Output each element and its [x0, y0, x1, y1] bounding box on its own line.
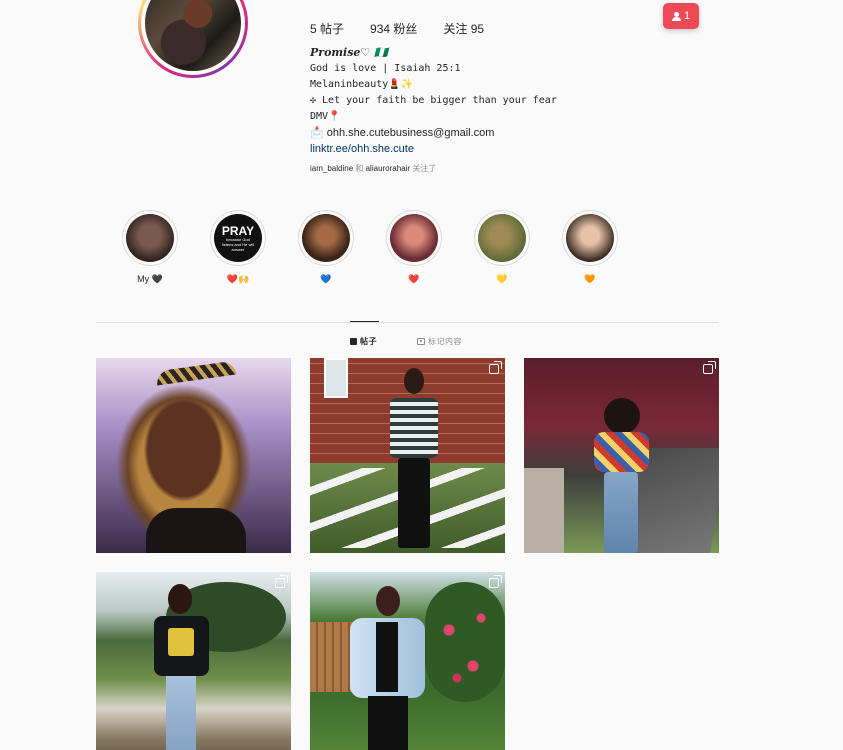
story-highlights: My 🖤 PRAY because God listens and He wil… [122, 210, 618, 286]
post-thumbnail-5[interactable] [310, 572, 505, 750]
bio-line-2: Melaninbeauty💄✨ [310, 79, 414, 90]
carousel-icon [489, 361, 502, 374]
highlight-cover [126, 214, 174, 262]
profile-stats: 5 帖子 934 粉丝 关注 95 [310, 20, 484, 37]
highlight-cover [390, 214, 438, 262]
posts-count: 5 帖子 [310, 22, 345, 36]
post-art [594, 432, 649, 472]
highlight-ring [474, 210, 530, 266]
followed-by-user-1[interactable]: iam_baldine [310, 164, 353, 173]
highlight-ring [298, 210, 354, 266]
profile-avatar[interactable] [138, 0, 248, 78]
post-thumbnail-4[interactable] [96, 572, 291, 750]
bio-link[interactable]: linktr.ee/ohh.she.cute [310, 141, 557, 157]
post-art [594, 398, 649, 553]
post-art [168, 584, 192, 614]
post-art [146, 508, 246, 553]
post-art [324, 358, 348, 398]
post-art [404, 368, 424, 394]
post-art [390, 368, 438, 553]
highlight-cover [478, 214, 526, 262]
post-art [398, 458, 430, 548]
profile-name: 𝑷𝒓𝒐𝒎𝒊𝒔𝒆♡ 🇳🇬 [310, 46, 388, 59]
highlight-3[interactable]: 💙 [298, 210, 354, 286]
following-count[interactable]: 关注 95 [443, 20, 484, 37]
highlight-2[interactable]: PRAY because God listens and He will ans… [210, 210, 266, 286]
highlight-ring: PRAY because God listens and He will ans… [210, 210, 266, 266]
post-art [604, 472, 638, 553]
bio-line-1: God is love | Isaiah 25:1 [310, 63, 461, 74]
post-art [368, 696, 408, 750]
followed-by-joiner: 和 [355, 164, 364, 173]
person-icon [671, 11, 681, 21]
post-art [524, 468, 564, 553]
tagged-icon [417, 338, 425, 345]
highlight-label: 💛 [496, 274, 508, 284]
highlight-4[interactable]: ❤️ [386, 210, 442, 286]
profile-tabs: 帖子 标记内容 [350, 336, 462, 347]
highlight-1[interactable]: My 🖤 [122, 210, 178, 286]
carousel-icon [703, 361, 716, 374]
pray-text: PRAY [221, 223, 255, 238]
followed-by-suffix: 关注了 [412, 164, 437, 173]
highlight-label: ❤️🙌 [226, 274, 250, 284]
followed-by[interactable]: iam_baldine 和 aliaurorahair 关注了 [310, 163, 557, 175]
followers-count[interactable]: 934 粉丝 [370, 20, 417, 37]
follow-request-badge[interactable]: 1 [663, 3, 699, 29]
tab-posts[interactable]: 帖子 [350, 336, 377, 347]
post-thumbnail-2[interactable] [310, 358, 505, 553]
post-art [425, 582, 505, 702]
followed-by-user-2[interactable]: aliaurorahair [366, 164, 410, 173]
pray-subtext: because God listens and He will answer [221, 236, 254, 252]
tabs-divider [96, 322, 719, 323]
active-tab-indicator [350, 321, 379, 322]
post-thumbnail-3[interactable] [524, 358, 719, 553]
tab-tagged-label: 标记内容 [428, 337, 462, 346]
post-thumbnail-1[interactable] [96, 358, 291, 553]
post-art [376, 586, 400, 616]
highlight-6[interactable]: 🧡 [562, 210, 618, 286]
post-art [350, 618, 425, 698]
avatar-photo [145, 0, 241, 71]
bio-line-3: ✣ Let your faith be bigger than your fea… [310, 95, 557, 106]
highlight-label: 💙 [320, 274, 332, 284]
bio-email: 📩 ohh.she.cutebusiness@gmail.com [310, 127, 495, 139]
grid-icon [350, 338, 357, 345]
post-art [155, 360, 237, 386]
post-art [154, 584, 209, 750]
post-art [154, 616, 209, 676]
carousel-icon [489, 575, 502, 588]
post-art [166, 676, 196, 750]
highlight-label: My 🖤 [137, 274, 163, 284]
profile-bio: 𝑷𝒓𝒐𝒎𝒊𝒔𝒆♡ 🇳🇬 God is love | Isaiah 25:1 Me… [310, 45, 557, 175]
bio-line-4: DMV📍 [310, 111, 341, 122]
tab-posts-label: 帖子 [360, 337, 377, 346]
highlight-5[interactable]: 💛 [474, 210, 530, 286]
highlight-ring [122, 210, 178, 266]
post-art [390, 398, 438, 458]
highlight-cover [302, 214, 350, 262]
highlight-label: ❤️ [408, 274, 420, 284]
highlight-cover: PRAY because God listens and He will ans… [214, 214, 262, 262]
carousel-icon [275, 575, 288, 588]
tab-tagged[interactable]: 标记内容 [417, 336, 462, 347]
highlight-cover [566, 214, 614, 262]
post-art [604, 398, 640, 434]
avatar-frame [141, 0, 245, 75]
highlight-ring [562, 210, 618, 266]
highlight-ring [386, 210, 442, 266]
badge-count: 1 [683, 10, 691, 22]
post-art [350, 586, 425, 750]
highlight-label: 🧡 [584, 274, 596, 284]
